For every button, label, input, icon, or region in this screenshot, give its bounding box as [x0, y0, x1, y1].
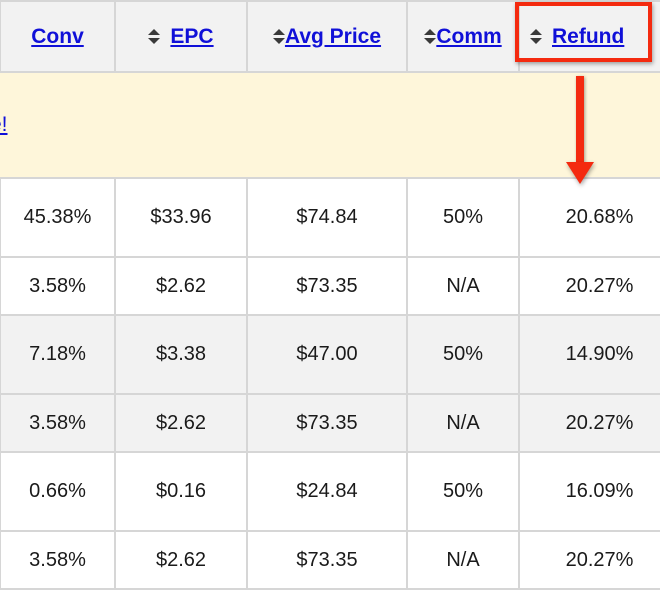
cell-refund: 20.27% [518, 393, 660, 453]
cell-comm: 50% [406, 451, 520, 532]
cell-conv: 3.58% [0, 530, 116, 590]
sort-arrows-icon[interactable] [272, 29, 285, 45]
table-row: 7.18% $3.38 $47.00 50% 14.90% [0, 314, 660, 395]
sort-arrows-icon[interactable] [148, 29, 161, 45]
cell-conv: 7.18% [0, 314, 116, 395]
cell-refund: 20.68% [518, 177, 660, 258]
sort-link-conv[interactable]: Conv [31, 25, 84, 48]
cell-avg-price: $47.00 [246, 314, 408, 395]
cell-comm: N/A [406, 256, 520, 316]
banner-link[interactable]: e! [0, 113, 8, 136]
cell-refund: 16.09% [518, 451, 660, 532]
column-header-avg-price: Avg Price [246, 0, 408, 73]
cell-epc: $0.16 [114, 451, 248, 532]
table-row: 3.58% $2.62 $73.35 N/A 20.27% [0, 393, 660, 453]
table-row: 0.66% $0.16 $24.84 50% 16.09% [0, 451, 660, 532]
cell-comm: N/A [406, 530, 520, 590]
sort-arrows-icon[interactable] [530, 29, 542, 45]
sort-link-refund[interactable]: Refund [552, 25, 624, 48]
cell-epc: $33.96 [114, 177, 248, 258]
notice-banner: e! [0, 71, 660, 179]
cell-epc: $3.38 [114, 314, 248, 395]
table-row: 45.38% $33.96 $74.84 50% 20.68% [0, 177, 660, 258]
cell-conv: 45.38% [0, 177, 116, 258]
table-row: 3.58% $2.62 $73.35 N/A 20.27% [0, 530, 660, 590]
stats-table: Conv EPC Avg Price Comm Refund e! 45.38%… [0, 0, 660, 590]
cell-avg-price: $73.35 [246, 530, 408, 590]
column-header-conv: Conv [0, 0, 116, 73]
cell-epc: $2.62 [114, 530, 248, 590]
cell-refund: 14.90% [518, 314, 660, 395]
cell-comm: N/A [406, 393, 520, 453]
column-header-epc: EPC [114, 0, 248, 73]
cell-avg-price: $73.35 [246, 256, 408, 316]
cell-refund: 20.27% [518, 530, 660, 590]
cell-avg-price: $74.84 [246, 177, 408, 258]
cell-conv: 3.58% [0, 393, 116, 453]
cell-epc: $2.62 [114, 256, 248, 316]
cell-conv: 3.58% [0, 256, 116, 316]
table-row: 3.58% $2.62 $73.35 N/A 20.27% [0, 256, 660, 316]
header-row: Conv EPC Avg Price Comm Refund [0, 0, 660, 73]
notice-banner-row: e! [0, 71, 660, 179]
cell-conv: 0.66% [0, 451, 116, 532]
sort-link-epc[interactable]: EPC [170, 25, 213, 48]
cell-epc: $2.62 [114, 393, 248, 453]
sort-link-comm[interactable]: Comm [436, 25, 501, 48]
cell-avg-price: $73.35 [246, 393, 408, 453]
cell-avg-price: $24.84 [246, 451, 408, 532]
cell-comm: 50% [406, 177, 520, 258]
cell-refund: 20.27% [518, 256, 660, 316]
column-header-comm: Comm [406, 0, 520, 73]
cell-comm: 50% [406, 314, 520, 395]
column-header-refund: Refund [518, 0, 660, 73]
sort-link-avg-price[interactable]: Avg Price [285, 25, 381, 48]
sort-arrows-icon[interactable] [424, 29, 437, 45]
